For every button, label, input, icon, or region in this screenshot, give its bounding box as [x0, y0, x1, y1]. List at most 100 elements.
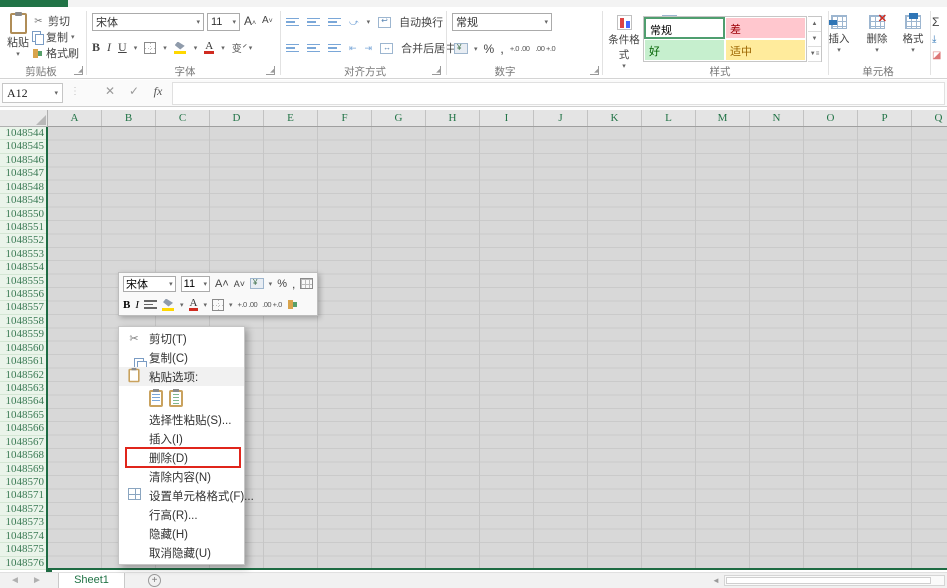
- mini-shrink-font-button[interactable]: A˅: [234, 279, 245, 289]
- menu-item-删除[interactable]: 删除(D): [119, 448, 244, 467]
- column-header-A[interactable]: A: [48, 110, 102, 127]
- mini-percent-button[interactable]: %: [277, 278, 287, 290]
- row-header[interactable]: 1048565: [0, 409, 48, 422]
- paste-button[interactable]: 粘贴 ▾: [4, 13, 32, 63]
- menu-item-取消隐藏[interactable]: 取消隐藏(U): [119, 543, 244, 562]
- row-header[interactable]: 1048548: [0, 181, 48, 194]
- comma-style-button[interactable]: ,: [500, 41, 504, 56]
- row-header[interactable]: 1048564: [0, 395, 48, 408]
- mini-format-painter-button[interactable]: [287, 299, 298, 310]
- menu-item-复制[interactable]: 复制(C): [119, 348, 244, 367]
- conditional-formatting-button[interactable]: 条件格式 ▾: [606, 15, 642, 70]
- mini-borders-button[interactable]: [212, 299, 224, 311]
- format-painter-button[interactable]: 格式刷: [32, 45, 88, 61]
- delete-cells-button[interactable]: 删除 ▾: [858, 15, 896, 54]
- mini-grow-font-button[interactable]: A˄: [215, 278, 229, 290]
- mini-fill-color-button[interactable]: [162, 299, 175, 311]
- underline-button[interactable]: U: [118, 40, 127, 55]
- row-header[interactable]: 1048551: [0, 221, 48, 234]
- mini-center-button[interactable]: [144, 298, 157, 311]
- menu-item-隐藏[interactable]: 隐藏(H): [119, 524, 244, 543]
- paste-keep-formatting-icon[interactable]: [149, 390, 163, 407]
- column-header-D[interactable]: D: [210, 110, 264, 127]
- insert-cells-button[interactable]: 插入 ▾: [820, 15, 858, 54]
- row-headers[interactable]: 1048544104854510485461048547104854810485…: [0, 127, 48, 570]
- menu-item-剪切[interactable]: ✂剪切(T): [119, 329, 244, 348]
- mini-font-color-button[interactable]: A: [189, 299, 199, 311]
- increase-indent-button[interactable]: ⇥: [365, 43, 373, 54]
- menu-item-选择性粘贴[interactable]: 选择性粘贴(S)...: [119, 410, 244, 429]
- row-header[interactable]: 1048545: [0, 140, 48, 153]
- mini-accounting-button[interactable]: [250, 278, 264, 289]
- enter-icon[interactable]: ✓: [124, 84, 144, 98]
- alignment-dialog-launcher[interactable]: [432, 66, 441, 75]
- formula-bar-splitter[interactable]: ⋮: [70, 86, 80, 97]
- font-name-combo[interactable]: 宋体 ▾: [92, 13, 204, 31]
- decrease-indent-button[interactable]: ⇤: [349, 43, 357, 54]
- select-all-corner[interactable]: [0, 110, 48, 127]
- mini-comma-button[interactable]: ,: [292, 277, 295, 291]
- column-header-Q[interactable]: Q: [912, 110, 947, 127]
- column-header-N[interactable]: N: [750, 110, 804, 127]
- row-header[interactable]: 1048549: [0, 194, 48, 207]
- increase-decimal-button[interactable]: +.0 .00: [510, 44, 530, 53]
- prev-sheet-icon[interactable]: ◄: [10, 575, 20, 586]
- menu-item-行高[interactable]: 行高(R)...: [119, 505, 244, 524]
- italic-button[interactable]: I: [107, 40, 111, 55]
- menu-item-清除内容[interactable]: 清除内容(N): [119, 467, 244, 486]
- row-header[interactable]: 1048563: [0, 382, 48, 395]
- horizontal-scrollbar[interactable]: [724, 575, 945, 586]
- row-header[interactable]: 1048559: [0, 328, 48, 341]
- menu-item-粘贴选项:[interactable]: 粘贴选项:: [119, 367, 244, 386]
- row-header[interactable]: 1048560: [0, 342, 48, 355]
- cancel-icon[interactable]: ✕: [100, 84, 120, 98]
- merge-center-button[interactable]: 合并后居中: [401, 40, 456, 56]
- column-header-G[interactable]: G: [372, 110, 426, 127]
- row-header[interactable]: 1048572: [0, 503, 48, 516]
- row-header[interactable]: 1048567: [0, 436, 48, 449]
- column-header-H[interactable]: H: [426, 110, 480, 127]
- sheet-tab-sheet1[interactable]: Sheet1: [59, 573, 125, 588]
- fill-color-button[interactable]: [174, 42, 187, 54]
- mini-font-size-combo[interactable]: 11 ▾: [181, 276, 210, 292]
- column-header-O[interactable]: O: [804, 110, 858, 127]
- name-box[interactable]: A12 ▾: [2, 83, 63, 103]
- column-header-K[interactable]: K: [588, 110, 642, 127]
- row-header[interactable]: 1048552: [0, 234, 48, 247]
- row-header[interactable]: 1048573: [0, 516, 48, 529]
- font-dialog-launcher[interactable]: [266, 66, 275, 75]
- mini-increase-decimal-button[interactable]: +.0 .00: [238, 300, 258, 309]
- row-header[interactable]: 1048553: [0, 248, 48, 261]
- file-tab[interactable]: [0, 0, 68, 7]
- cell-style-差[interactable]: 差: [725, 17, 806, 39]
- row-header[interactable]: 1048574: [0, 530, 48, 543]
- row-header[interactable]: 1048568: [0, 449, 48, 462]
- align-left-button[interactable]: [286, 42, 299, 55]
- align-center-button[interactable]: [307, 42, 320, 55]
- mini-font-name-combo[interactable]: 宋体 ▾: [123, 276, 176, 292]
- cell-style-常规[interactable]: 常规: [644, 17, 725, 39]
- column-header-L[interactable]: L: [642, 110, 696, 127]
- row-header[interactable]: 1048554: [0, 261, 48, 274]
- decrease-decimal-button[interactable]: .00 +.0: [535, 44, 555, 53]
- number-dialog-launcher[interactable]: [590, 66, 599, 75]
- row-header[interactable]: 1048556: [0, 288, 48, 301]
- accounting-format-button[interactable]: [454, 43, 468, 54]
- column-headers[interactable]: ABCDEFGHIJKLMNOPQ: [48, 110, 947, 127]
- clear-button[interactable]: ◪: [932, 47, 947, 63]
- cell-style-适中[interactable]: 适中: [725, 39, 806, 61]
- align-top-button[interactable]: [286, 16, 299, 29]
- row-header[interactable]: 1048557: [0, 301, 48, 314]
- borders-button[interactable]: [144, 42, 156, 54]
- menu-item-插入[interactable]: 插入(I): [119, 429, 244, 448]
- column-header-P[interactable]: P: [858, 110, 912, 127]
- row-header[interactable]: 1048571: [0, 489, 48, 502]
- row-header[interactable]: 1048566: [0, 422, 48, 435]
- insert-function-button[interactable]: fx: [148, 84, 168, 99]
- row-header[interactable]: 1048546: [0, 154, 48, 167]
- autosum-button[interactable]: Σ: [932, 15, 947, 31]
- column-header-I[interactable]: I: [480, 110, 534, 127]
- align-bottom-button[interactable]: [328, 16, 341, 29]
- wrap-text-button[interactable]: 自动换行: [399, 14, 443, 30]
- shrink-font-button[interactable]: A˅: [262, 15, 273, 26]
